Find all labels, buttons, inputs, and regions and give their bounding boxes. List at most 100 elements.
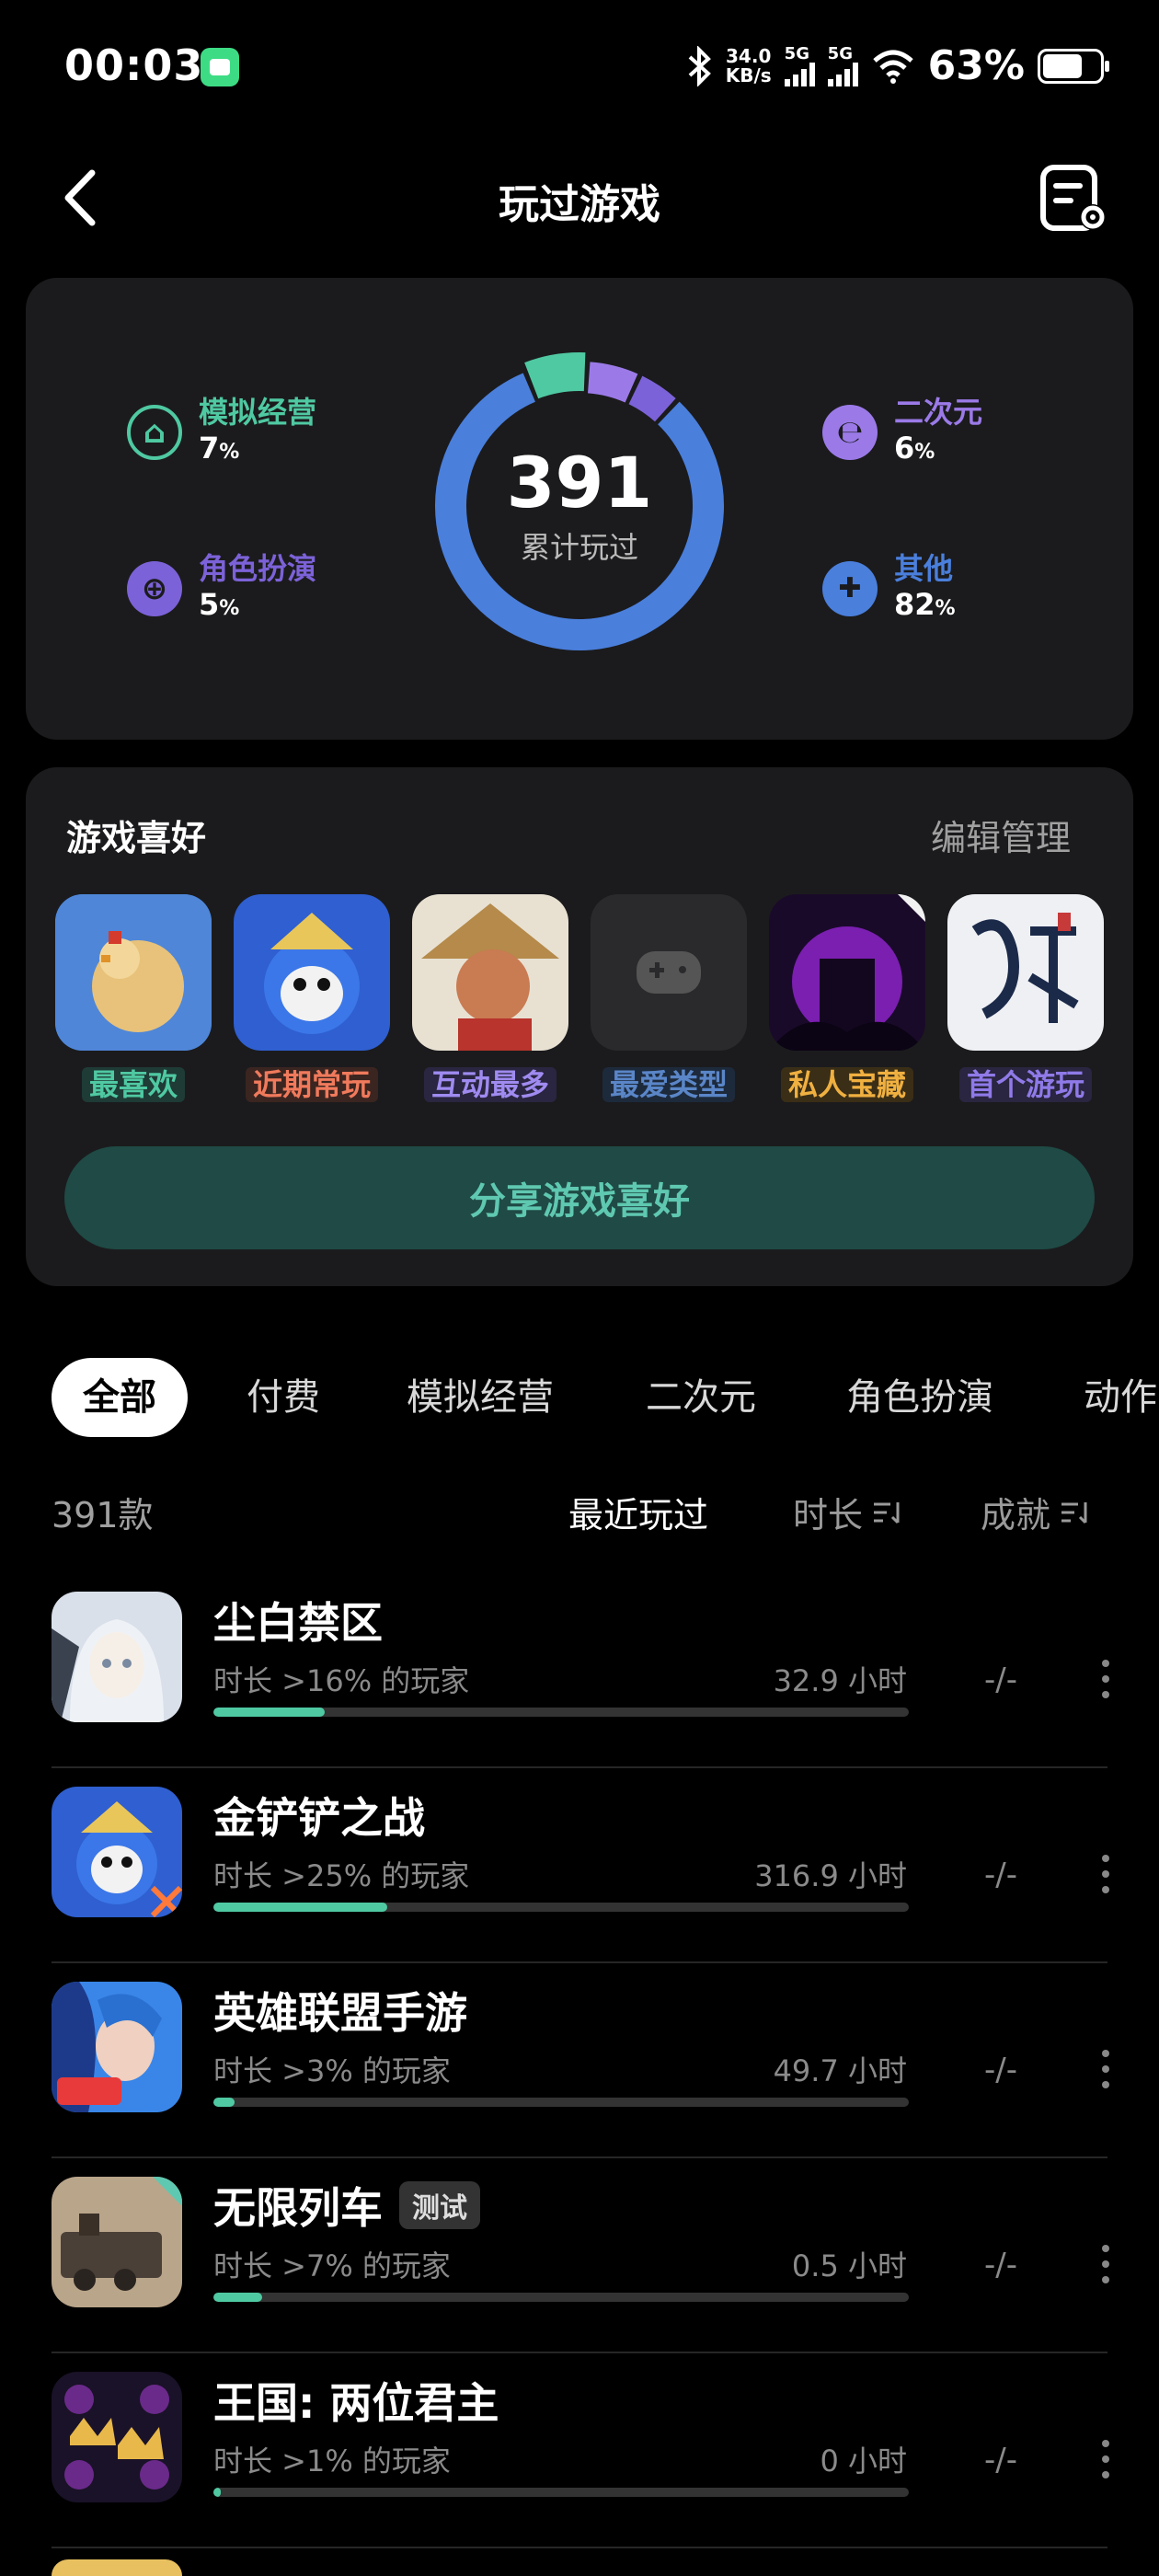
total-played-count: 391 [506, 442, 653, 523]
game-icon-partial [52, 2559, 182, 2576]
playtime-bar [213, 2293, 909, 2302]
fav-first[interactable]: 首个游玩 [947, 894, 1104, 1102]
fav-label: 首个游玩 [958, 1067, 1092, 1102]
list-settings-icon[interactable] [1038, 162, 1111, 236]
playtime-bar-fill [213, 1708, 325, 1717]
game-hours: 32.9 小时 [773, 1663, 907, 1698]
rpg-category-icon: ⊕ [127, 560, 182, 616]
battery-icon [1038, 48, 1109, 84]
game-icon-train [52, 2177, 182, 2307]
donut-slice-模拟经营 [524, 352, 586, 399]
sort-achievements[interactable]: 成就 [981, 1487, 1091, 1537]
game-percentile: 时长 >1% 的玩家 [213, 2444, 451, 2478]
anime-category-icon: ℮ [822, 404, 878, 460]
game-icon-snowbreak [52, 1592, 182, 1722]
tft-game-icon [234, 894, 390, 1051]
fav-treasure[interactable]: 私人宝藏 [769, 894, 925, 1102]
fav-label: 近期常玩 [245, 1067, 378, 1102]
more-options-icon[interactable] [1100, 2436, 1111, 2482]
playtime-bar [213, 2488, 909, 2497]
category-rpg: ⊕ 角色扮演 5% [127, 550, 316, 627]
total-played-label: 累计玩过 [520, 530, 638, 565]
game-icon-lol-mobile [52, 1982, 182, 2112]
game-percentile: 时长 >25% 的玩家 [213, 1858, 470, 1893]
fav-label: 最爱类型 [602, 1067, 735, 1102]
game-row[interactable]: 无限列车 测试 时长 >7% 的玩家 0.5 小时 -/- [0, 2158, 1159, 2353]
game-achievements: -/- [984, 2052, 1017, 2088]
divider [52, 2547, 1107, 2548]
game-icon-tft [52, 1787, 182, 1917]
game-hours: 0.5 小时 [791, 2248, 907, 2283]
fav-label: 私人宝藏 [780, 1067, 913, 1102]
sort-icon [1061, 1501, 1087, 1524]
playtime-bar [213, 2098, 909, 2107]
sim-category-icon: ⌂ [127, 404, 182, 460]
category-other: ✚ 其他 82% [822, 550, 956, 627]
tab-paid[interactable]: 付费 [247, 1358, 320, 1437]
battery-percent: 63% [927, 42, 1025, 89]
share-favorites-button[interactable]: 分享游戏喜好 [64, 1146, 1095, 1249]
playtime-bar-fill [213, 2293, 262, 2302]
game-achievements: -/- [984, 2442, 1017, 2478]
signal-1-icon: 5G [784, 45, 815, 86]
category-sim: ⌂ 模拟经营 7% [127, 394, 316, 470]
sort-duration[interactable]: 时长 [793, 1487, 903, 1537]
playtime-bar [213, 1903, 909, 1912]
tab-rpg[interactable]: 角色扮演 [846, 1358, 993, 1437]
game-row[interactable]: 尘白禁区 时长 >16% 的玩家 32.9 小时 -/- [0, 1573, 1159, 1768]
more-options-icon[interactable] [1100, 2046, 1111, 2092]
fav-recent[interactable]: 近期常玩 [234, 894, 390, 1102]
game-row[interactable]: 金铲铲之战 时长 >25% 的玩家 316.9 小时 -/- [0, 1768, 1159, 1963]
game-name: 尘白禁区 [213, 1598, 383, 1648]
status-time: 00:03 [64, 40, 204, 90]
game-achievements: -/- [984, 1662, 1017, 1698]
playtime-bar [213, 1708, 909, 1717]
game-hours: 0 小时 [820, 2444, 907, 2478]
tab-all[interactable]: 全部 [52, 1358, 188, 1437]
more-options-icon[interactable] [1100, 1656, 1111, 1702]
bluetooth-icon [688, 45, 711, 86]
edit-manage-link[interactable]: 编辑管理 [931, 810, 1071, 860]
game-hours: 316.9 小时 [754, 1858, 907, 1893]
tab-action[interactable]: 动作 [1084, 1358, 1157, 1437]
fav-most-liked[interactable]: 最喜欢 [55, 894, 212, 1102]
favorites-title: 游戏喜好 [66, 818, 207, 858]
wifi-icon [873, 50, 913, 84]
playtime-bar-fill [213, 1903, 387, 1912]
fav-interactive[interactable]: 互动最多 [412, 894, 568, 1102]
network-speed: 34.0 KB/s [725, 44, 772, 86]
game-row[interactable]: 王国: 两位君主 时长 >1% 的玩家 0 小时 -/- [0, 2353, 1159, 2548]
game-icon-kingdom [52, 2372, 182, 2502]
more-options-icon[interactable] [1100, 1851, 1111, 1897]
fav-label: 最喜欢 [81, 1067, 185, 1102]
status-indicators: 34.0 KB/s 5G 5G 63% [685, 42, 1109, 89]
game-name: 王国: 两位君主 [213, 2378, 499, 2428]
dark-castle-game-icon [769, 894, 925, 1051]
category-anime: ℮ 二次元 6% [822, 394, 982, 470]
game-hours: 49.7 小时 [773, 2053, 907, 2088]
gamepad-category-icon: ✚ [822, 560, 878, 616]
tab-simulation[interactable]: 模拟经营 [407, 1358, 554, 1437]
game-count: 391款 [52, 1495, 154, 1535]
sort-recent[interactable]: 最近玩过 [568, 1487, 708, 1537]
gamepad-placeholder-icon [591, 894, 747, 1051]
signal-2-icon: 5G [827, 45, 858, 86]
donut-slice-角色扮演 [628, 375, 676, 422]
game-name: 无限列车 [213, 2183, 383, 2233]
game-percentile: 时长 >3% 的玩家 [213, 2053, 451, 2088]
playtime-bar-fill [213, 2098, 235, 2107]
stardew-game-icon [55, 894, 212, 1051]
page-title: 玩过游戏 [499, 181, 660, 228]
app-notification-icon [201, 48, 239, 86]
donut-slice-二次元 [587, 362, 638, 403]
game-row[interactable]: 英雄联盟手游 时长 >3% 的玩家 49.7 小时 -/- [0, 1963, 1159, 2158]
more-options-icon[interactable] [1100, 2241, 1111, 2287]
tab-anime[interactable]: 二次元 [646, 1358, 756, 1437]
sort-icon [874, 1501, 900, 1524]
jiuyin-game-icon [947, 894, 1104, 1051]
fav-type[interactable]: 最爱类型 [591, 894, 747, 1102]
playtime-bar-fill [213, 2488, 221, 2497]
fav-label: 互动最多 [423, 1067, 557, 1102]
game-achievements: -/- [984, 2247, 1017, 2283]
game-percentile: 时长 >16% 的玩家 [213, 1663, 470, 1698]
